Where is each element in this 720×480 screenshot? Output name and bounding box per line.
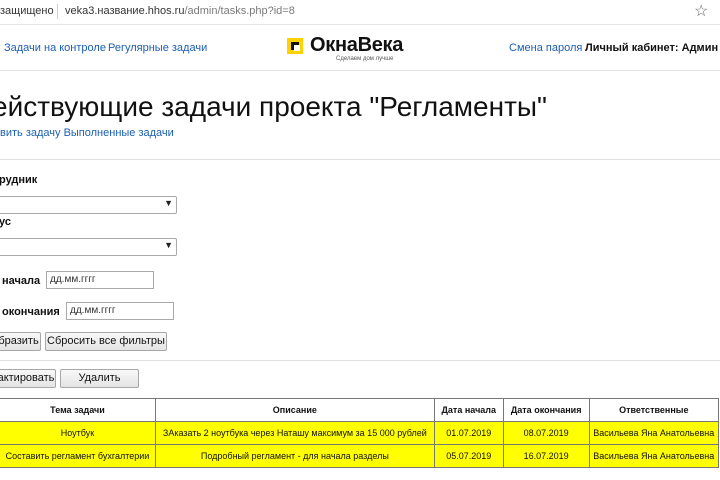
- cell-description: ЗАказать 2 ноутбука через Наташу максиму…: [154, 421, 435, 445]
- chevron-down-icon: ▼: [164, 198, 173, 208]
- status-select[interactable]: ▼: [0, 238, 177, 256]
- employee-select[interactable]: ▼: [0, 196, 177, 214]
- cell-topic: Ноутбук: [0, 421, 156, 445]
- header-divider: [0, 70, 720, 71]
- start-date-input[interactable]: дд.мм.гггг: [46, 271, 154, 289]
- column-header-description[interactable]: Описание: [154, 398, 435, 422]
- cell-end-date: 08.07.2019: [502, 421, 590, 445]
- cell-responsible: Васильева Яна Анатольевна: [588, 444, 720, 468]
- url-text[interactable]: veka3.название.hhos.ru/admin/tasks.php?i…: [65, 5, 295, 17]
- add-task-link[interactable]: вить задачу: [0, 127, 61, 139]
- column-header-end-date[interactable]: Дата окончания: [502, 398, 590, 422]
- cell-responsible: Васильева Яна Анатольевна: [588, 421, 720, 445]
- address-divider: [57, 4, 58, 19]
- table-row[interactable]: Составить регламент бухгалтерии Подробны…: [0, 444, 720, 468]
- column-header-start-date[interactable]: Дата начала: [433, 398, 504, 422]
- chevron-down-icon: ▼: [164, 240, 173, 250]
- bookmark-star-icon[interactable]: ☆: [694, 1, 708, 21]
- table-header-row: Тема задачи Описание Дата начала Дата ок…: [0, 398, 720, 422]
- browser-address-bar[interactable]: защищено veka3.название.hhos.ru/admin/ta…: [0, 0, 720, 25]
- filter-divider: [0, 360, 720, 361]
- logo-wordmark[interactable]: ОкнаВека: [310, 34, 403, 57]
- nav-link-regular-tasks[interactable]: Регулярные задачи: [108, 42, 207, 54]
- change-password-link[interactable]: Смена пароля: [509, 42, 582, 54]
- employee-filter-label: рудник: [0, 174, 38, 186]
- tasks-table: Тема задачи Описание Дата начала Дата ок…: [0, 398, 720, 468]
- start-date-label: начала: [2, 275, 41, 287]
- end-date-label: окончания: [2, 306, 60, 318]
- title-divider: [0, 159, 720, 160]
- page-links: вить задачу Выполненные задачи: [0, 127, 174, 139]
- cell-start-date: 01.07.2019: [433, 421, 504, 445]
- cell-end-date: 16.07.2019: [502, 444, 590, 468]
- cell-start-date: 05.07.2019: [433, 444, 504, 468]
- apply-filter-button[interactable]: бразить: [0, 332, 41, 351]
- logo-icon[interactable]: [287, 38, 303, 54]
- table-row[interactable]: Ноутбук ЗАказать 2 ноутбука через Наташу…: [0, 421, 720, 445]
- url-host: veka3.название.hhos.ru: [65, 5, 185, 17]
- column-header-topic[interactable]: Тема задачи: [0, 398, 156, 422]
- nav-link-controlled-tasks[interactable]: Задачи на контроле: [4, 42, 106, 54]
- url-path: /admin/tasks.php?id=8: [184, 5, 295, 17]
- completed-tasks-link[interactable]: Выполненные задачи: [64, 127, 174, 139]
- reset-filters-button[interactable]: Сбросить все фильтры: [45, 332, 167, 351]
- end-date-input[interactable]: дд.мм.гггг: [66, 302, 174, 320]
- cell-description: Подробный регламент - для начала разделы: [154, 444, 435, 468]
- column-header-responsible[interactable]: Ответственные: [588, 398, 720, 422]
- logo-tagline: Сделаем дом лучше: [336, 56, 394, 62]
- edit-button[interactable]: актировать: [0, 369, 56, 388]
- cell-topic: Составить регламент бухгалтерии: [0, 444, 156, 468]
- page-title: ействующие задачи проекта "Регламенты": [0, 91, 547, 122]
- delete-button[interactable]: Удалить: [60, 369, 139, 388]
- personal-cabinet-label[interactable]: Личный кабинет: Админ: [585, 42, 718, 54]
- status-filter-label: ус: [0, 216, 11, 228]
- security-status: защищено: [0, 5, 54, 17]
